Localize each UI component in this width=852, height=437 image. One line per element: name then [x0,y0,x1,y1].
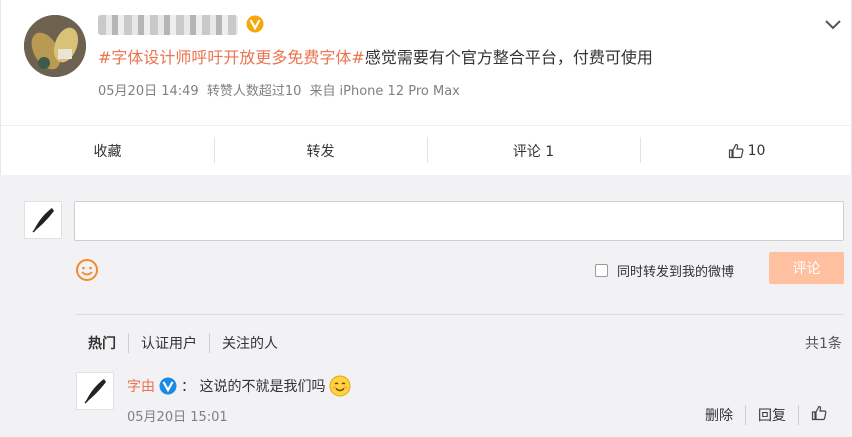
comment-input[interactable] [74,201,844,241]
reply-comment-button[interactable]: 回复 [745,405,798,425]
post-text: 感觉需要有个官方整合平台，付费可使用 [364,48,653,67]
favorite-button[interactable]: 收藏 [1,126,214,175]
comment-total: 共1条 [805,336,842,352]
verified-blue-badge-icon [159,377,177,395]
author-name-blurred[interactable] [98,15,238,35]
like-count: 10 [747,142,766,159]
tab-verified-users[interactable]: 认证用户 [128,333,209,353]
emoji-smile-icon[interactable] [75,258,99,282]
my-avatar [24,201,62,239]
forward-option[interactable]: 同时转发到我的微博 [595,261,734,280]
commenter-avatar[interactable] [76,372,114,410]
comment-time: 05月20日 15:01 [127,410,228,425]
comment-like-button[interactable] [798,405,839,425]
author-avatar[interactable] [24,15,86,77]
tab-following[interactable]: 关注的人 [209,333,290,353]
hashtag-link[interactable]: #字体设计师呼吁开放更多免费字体# [98,48,365,67]
post-meta: 05月20日 14:49 转赞人数超过10 来自 iPhone 12 Pro Ma… [98,80,464,99]
repost-button[interactable]: 转发 [214,126,427,175]
thumbs-up-icon [811,405,827,421]
repost-label: 转发 [306,143,335,160]
tab-hot[interactable]: 热门 [88,333,128,353]
comment-label: 评论 1 [512,143,555,160]
submit-comment-button[interactable]: 评论 [769,252,844,284]
forward-label: 同时转发到我的微博 [617,265,735,280]
post-content: #字体设计师呼吁开放更多免费字体#感觉需要有个官方整合平台，付费可使用 [98,47,653,69]
repost-note: 转赞人数超过10 [206,84,302,99]
chevron-down-icon[interactable] [824,18,842,32]
thumbs-up-icon [728,143,744,158]
comment-filter-tabs: 热门 认证用户 关注的人 [88,333,290,353]
like-button[interactable]: 10 [640,126,852,175]
source-prefix: 来自 [309,84,336,99]
forward-checkbox[interactable] [595,264,608,277]
favorite-label: 收藏 [93,143,122,160]
smiling-face-emoji-icon [329,375,351,397]
verified-badge-icon [246,15,264,33]
comment-actions: 删除 回复 [705,405,839,425]
comment-text: ： 这说的不就是我们吗 [181,379,326,395]
comment-button[interactable]: 评论 1 [427,126,640,175]
post-action-bar: 收藏 转发 评论 1 10 [1,125,852,175]
comment-line: 字由 ： 这说的不就是我们吗 [127,375,351,397]
divider [75,314,844,315]
weibo-post-card: #字体设计师呼吁开放更多免费字体#感觉需要有个官方整合平台，付费可使用 05月2… [0,0,852,175]
post-date[interactable]: 05月20日 14:49 [98,84,199,99]
post-source[interactable]: iPhone 12 Pro Max [340,84,460,99]
commenter-name[interactable]: 字由 [127,376,155,396]
delete-comment-button[interactable]: 删除 [705,405,745,425]
